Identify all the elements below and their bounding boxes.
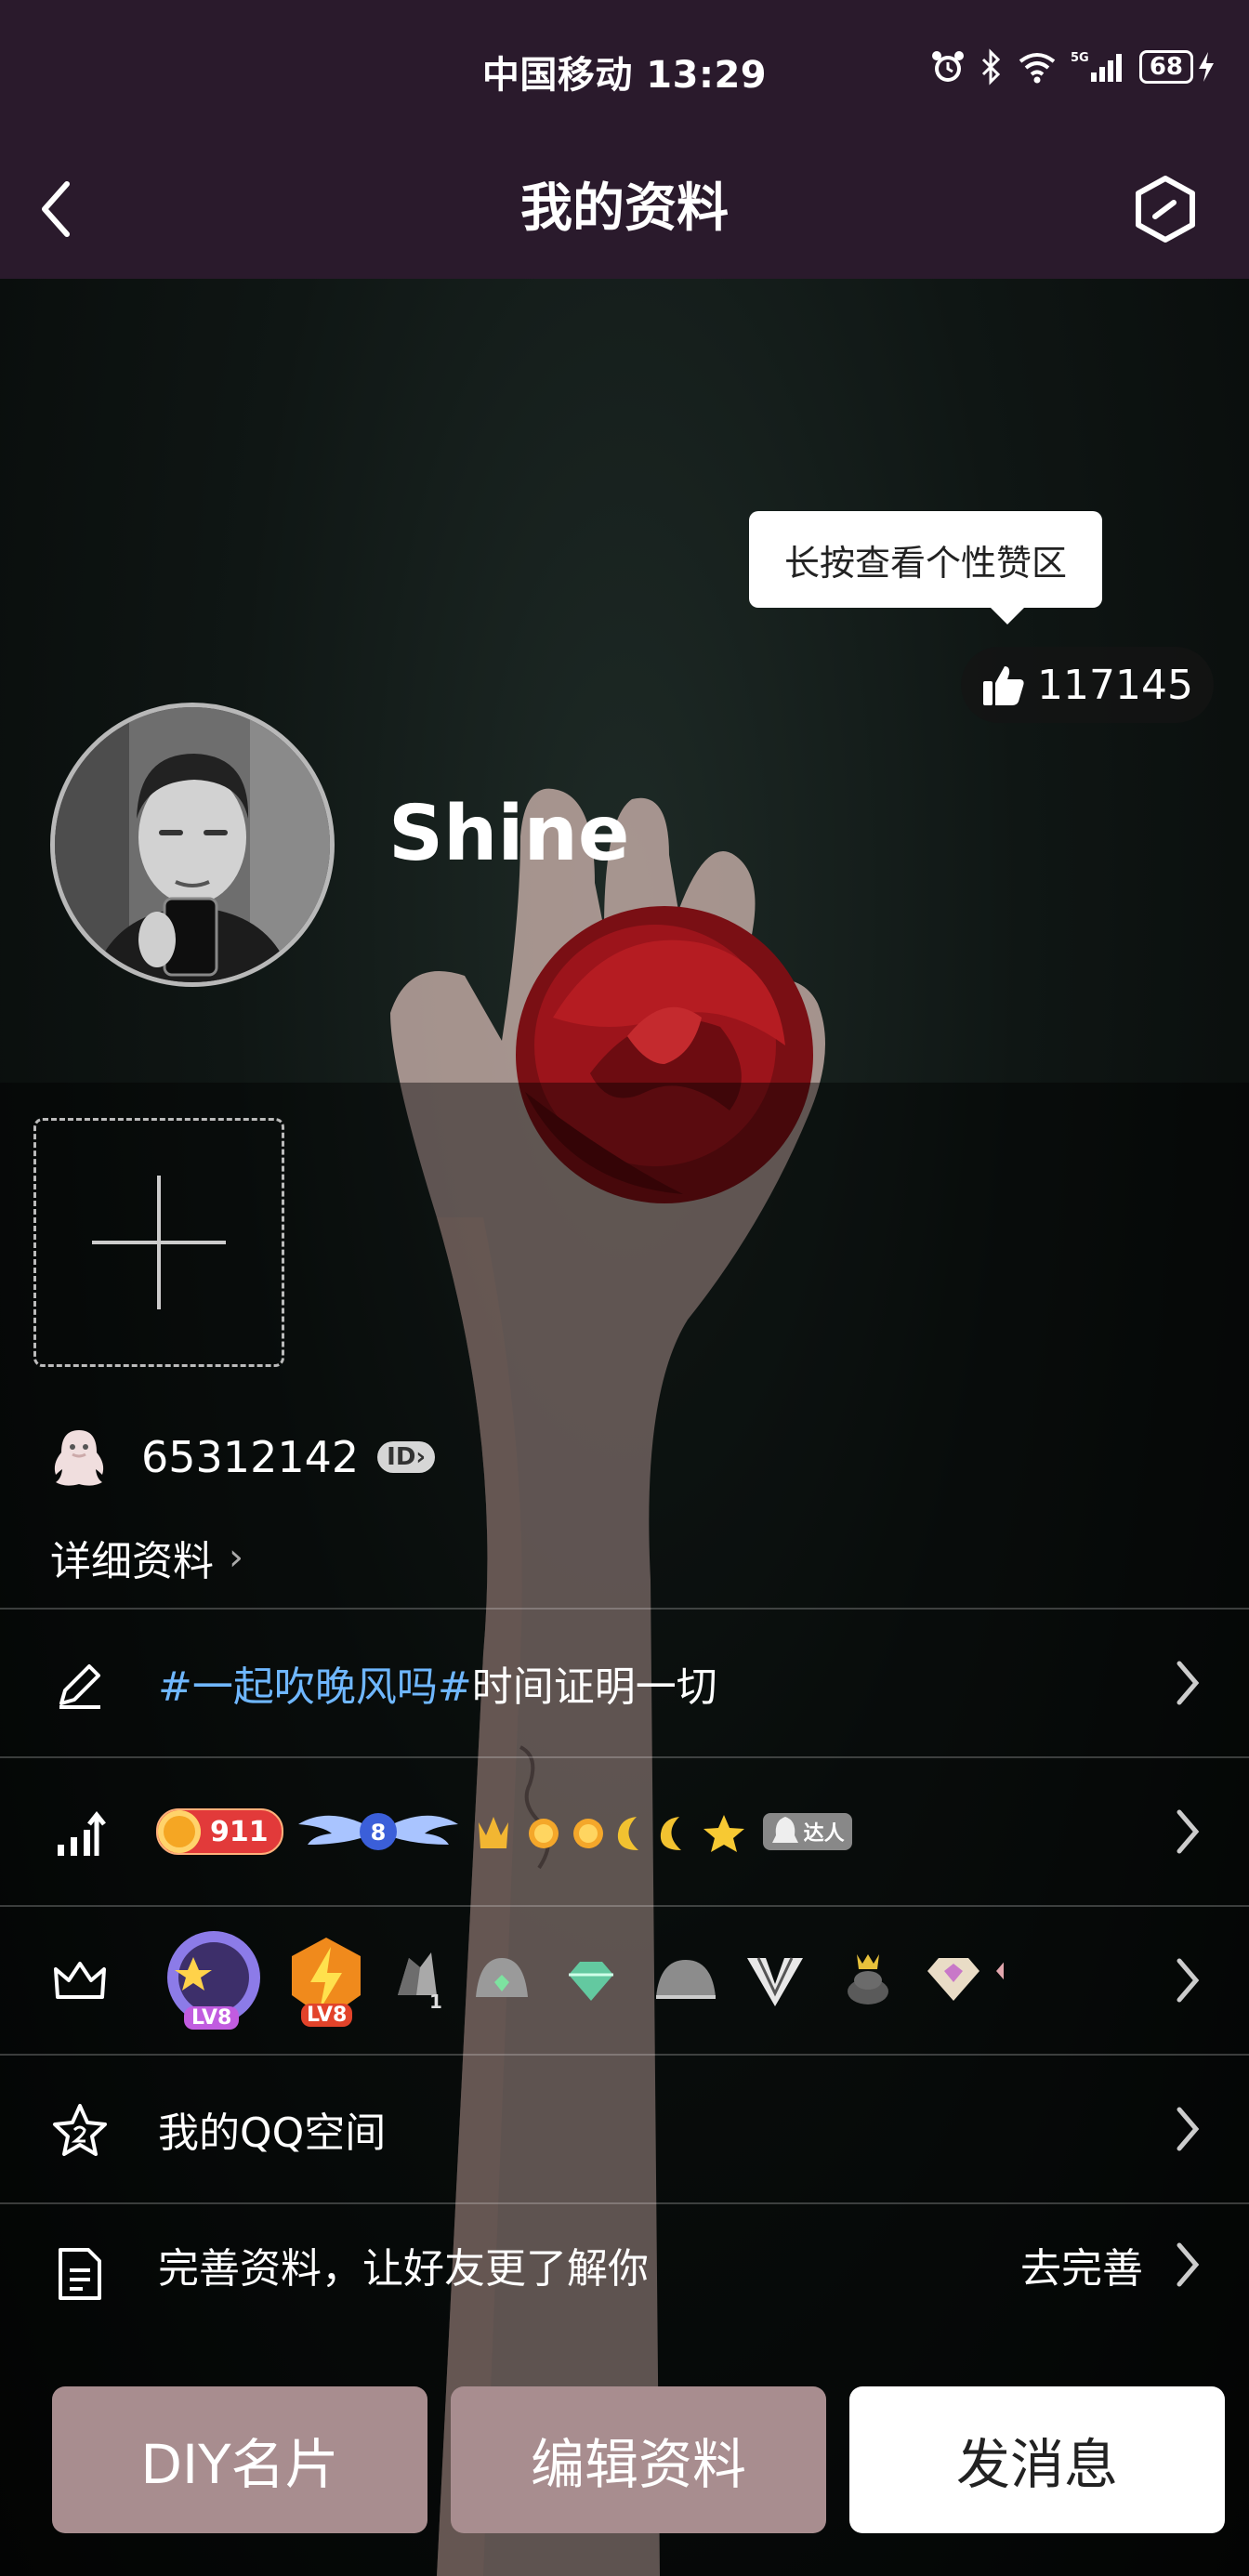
moon-icon [617,1817,638,1850]
wifi-icon [1019,53,1056,84]
likes-button[interactable]: 117145 [961,647,1214,723]
poop-crown-icon [848,1954,888,2004]
avatar[interactable] [50,703,335,987]
gold-diamond-icon [927,1958,979,2001]
signature-row[interactable]: #一起吹晚风吗# 时间证明一切 [0,1608,1249,1756]
add-photo-button[interactable] [33,1118,284,1367]
chevron-right-icon [1160,2101,1216,2157]
charging-icon [1199,52,1214,82]
status-icons: 5G 68 [929,48,1216,85]
pink-diamond-icon: 1 [996,1962,1004,1980]
chevron-right-icon [1160,1952,1216,2008]
nickname: Shine [388,790,630,878]
wings-level: 8 [370,1820,386,1846]
helmet-count: 1 [429,1991,442,2013]
pencil-icon [50,1655,110,1715]
sun-icon [528,1819,559,1848]
title-bar: 我的资料 [0,139,1249,279]
bottom-action-bar: DIY名片 编辑资料 发消息 [0,2360,1249,2576]
complete-profile-label: 完善资料，让好友更了解你 [158,2245,649,2293]
alarm-icon [931,51,964,82]
network-type: 5G [1071,51,1089,65]
v-icon [747,1957,803,2006]
likes-count: 117145 [1037,661,1193,709]
signature-tag[interactable]: #一起吹晚风吗# [158,1653,472,1713]
vip-row[interactable]: LV8 LV8 1 1 [0,1905,1249,2054]
sun-icon [572,1819,603,1848]
complete-profile-row[interactable]: 完善资料，让好友更了解你 去完善 [0,2202,1249,2344]
wings-badge-icon: 8 [297,1813,458,1850]
signal-icon: 5G [1071,51,1122,82]
settings-button[interactable] [1119,163,1212,256]
qzone-label: 我的QQ空间 [158,2109,387,2157]
level-row[interactable]: 911 8 达人 [0,1756,1249,1905]
plus-icon [92,1176,226,1309]
detail-info-link[interactable]: 详细资料 › [50,1528,243,1587]
like-zone-tooltip: 长按查看个性赞区 [749,511,1102,624]
diamond-cap-icon [476,1958,528,1997]
id-badge[interactable]: ID › [377,1441,436,1473]
qq-number-row: 65312142 ID › [50,1422,436,1492]
complete-profile-action[interactable]: 去完善 [1020,2195,1143,2334]
signature-text: #一起吹晚风吗# 时间证明一切 [158,1610,717,1756]
battery-icon: 68 [1138,50,1216,84]
status-bar: 中国移动 13:29 5G 68 [0,0,1249,139]
helmet-icon: 1 [398,1952,442,2013]
green-gem-icon [569,1962,613,2001]
crown-icon [50,1952,110,2012]
diy-card-button[interactable]: DIY名片 [52,2386,427,2533]
svip-badge: LV8 [284,1934,368,2027]
level-badges: 911 8 达人 [156,1758,852,1905]
bluetooth-icon [981,48,1000,85]
id-badge-label: ID [387,1443,416,1471]
chevron-right-icon [1160,1655,1216,1711]
qzone-row[interactable]: 我的QQ空间 [0,2054,1249,2202]
expert-badge-icon: 达人 [762,1813,852,1850]
vip-badges: LV8 LV8 1 1 [156,1907,1004,2054]
vip-icon-strip: 1 1 [398,1952,1004,2013]
thumbs-up-icon [983,666,1024,705]
vip-badge-level: LV8 [184,2006,240,2030]
qq-number: 65312142 [141,1432,360,1482]
moon-icon [660,1817,681,1850]
edit-profile-button[interactable]: 编辑资料 [451,2386,826,2533]
chevron-right-icon [1160,1804,1216,1860]
star-icon [703,1815,744,1852]
level-value: 911 [210,1815,269,1848]
chevron-right-icon: › [229,1536,243,1579]
avatar-photo [55,707,330,982]
growth-icons-row [478,1815,744,1852]
document-icon [50,2244,110,2304]
profile-rows: #一起吹晚风吗# 时间证明一切 911 8 达人 LV8 LV8 1 我的QQ空… [0,1608,1249,2344]
qq-penguin-icon [54,1430,104,1486]
chevron-right-icon [1160,2237,1216,2293]
hexagon-settings-icon [1136,176,1195,243]
svip-badge-level: LV8 [301,2004,353,2027]
level-pill: 911 [156,1808,283,1855]
signature-body: 时间证明一切 [471,1663,717,1711]
detail-info-label: 详细资料 [50,1538,214,1585]
hat-icon [656,1960,716,1999]
star-icon [50,2101,110,2161]
vip-badge: LV8 [156,1929,271,2031]
chevron-right-icon: › [415,1443,427,1471]
bar-chart-icon [50,1804,110,1863]
expert-label: 达人 [803,1822,845,1846]
battery-level: 68 [1138,50,1193,84]
coin-icon [158,1810,201,1853]
send-message-button[interactable]: 发消息 [849,2386,1225,2533]
page-title: 我的资料 [520,178,729,239]
